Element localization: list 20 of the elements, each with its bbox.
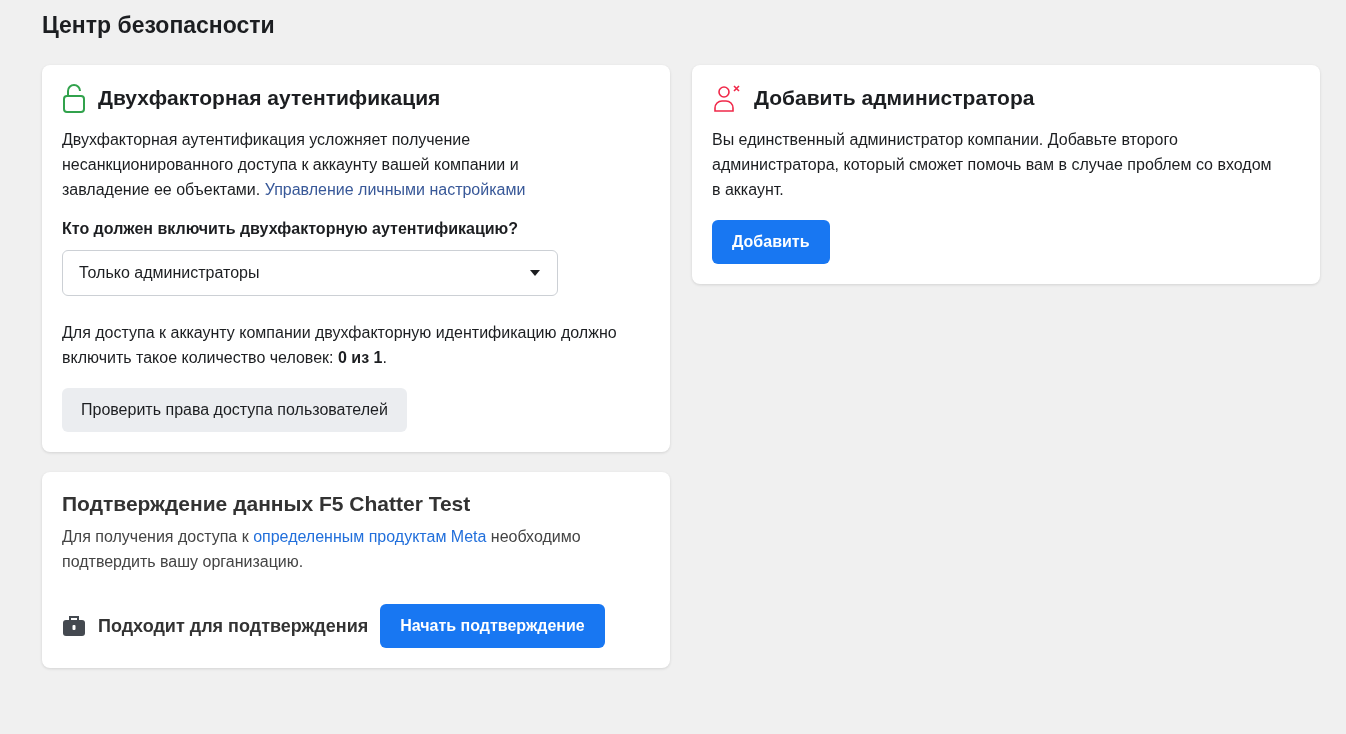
description-text: Для получения доступа к определенным продуктам Meta необходимо подтвердить вашу организацию.: [62, 527, 582, 572]
dropdown-select[interactable]: Только администраторы: [62, 250, 558, 296]
status-text: Для доступа к аккаунту компании двухфакторную идентификацию должно включить такое количество человек: 0 из 1.: [62, 323, 618, 368]
description-text: Двухфакторная аутентификация усложняет получение несанкционированного доступа к аккаунту вашей компании и завладение ее объектами. Управление личными настройками: [62, 130, 527, 200]
question-label: Кто должен включить двухфакторную аутентификацию?: [62, 220, 519, 238]
card-title: Подтверждение данных F5 Chatter Test: [62, 492, 472, 516]
start-verification-button[interactable]: Начать подтверждение: [380, 604, 605, 648]
page-title: Центр безопасности: [42, 12, 276, 39]
user-remove-icon: [712, 83, 742, 113]
caret-icon: [529, 269, 541, 277]
add-button[interactable]: Добавить: [712, 220, 830, 264]
description-text: Вы единственный администратор компании. Добавьте второго администратора, который сможет помочь вам в случае проблем со входом в аккаунт.: [712, 130, 1272, 200]
check-access-button[interactable]: Проверить права доступа пользователей: [62, 388, 407, 432]
unlocked-padlock-icon: [62, 83, 86, 113]
eligibility-label: Подходит для подтверждения: [98, 615, 369, 637]
briefcase-icon: [62, 615, 86, 637]
card-title: Двухфакторная аутентификация: [98, 86, 441, 110]
products-link[interactable]: определенным продуктам Meta: [253, 528, 487, 545]
card-title: Добавить администратора: [754, 86, 1035, 110]
settings-link[interactable]: Управление личными настройками: [264, 181, 526, 198]
